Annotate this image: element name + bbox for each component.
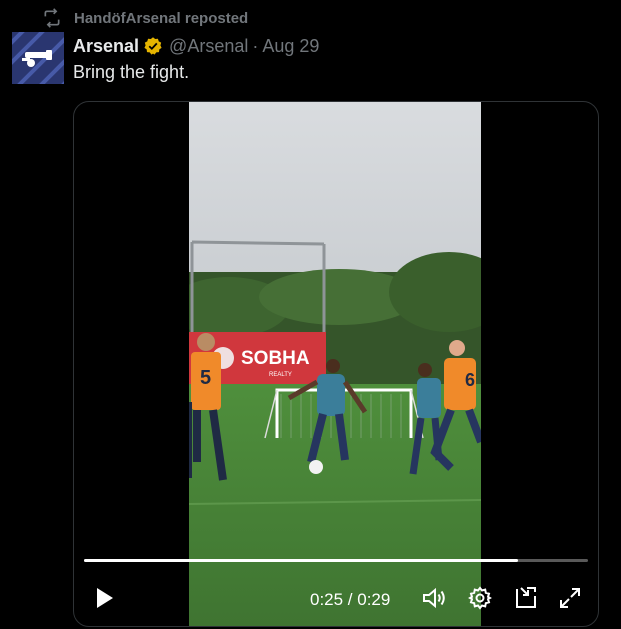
settings-icon [468,586,492,610]
fullscreen-button[interactable] [556,584,584,612]
fullscreen-icon [560,588,580,608]
repost-indicator[interactable]: HandöfArsenal reposted [42,8,248,28]
settings-button[interactable] [466,584,494,612]
author-handle[interactable]: @Arsenal [169,36,248,57]
play-icon [97,588,113,608]
post-text: Bring the fight. [73,62,190,82]
volume-icon [423,587,445,609]
bib-number-6: 6 [465,370,475,390]
video-time-display: 0:25 / 0:29 [310,590,391,609]
sponsor-board-text: SOBHA [241,348,310,369]
sponsor-board-subtext: REALTY [269,372,292,378]
verified-badge-icon[interactable] [143,36,163,56]
post-date[interactable]: Aug 29 [262,36,319,57]
arsenal-cannon-logo-icon [12,32,64,84]
video-progress-bar[interactable] [84,559,588,562]
minimize-button[interactable] [512,584,540,612]
minimize-icon [516,587,536,608]
play-button[interactable] [90,584,118,612]
video-progress-fill [84,559,519,562]
author-name[interactable]: Arsenal [73,36,139,57]
video-controls: 0:25 / 0:29 [74,580,598,616]
video-player[interactable]: SOBHA REALTY 5 6 0:25 / 0:29 [73,101,599,627]
repost-text: HandöfArsenal reposted [74,9,249,27]
avatar[interactable] [12,32,64,84]
repost-icon [44,8,60,28]
video-still-image: SOBHA REALTY 5 6 [189,102,481,626]
video-frame[interactable]: SOBHA REALTY 5 6 [189,102,481,626]
post-header: Arsenal @Arsenal · Aug 29 [73,34,319,58]
separator-dot: · [252,35,259,56]
volume-button[interactable] [420,584,448,612]
bib-number-5: 5 [200,367,211,389]
